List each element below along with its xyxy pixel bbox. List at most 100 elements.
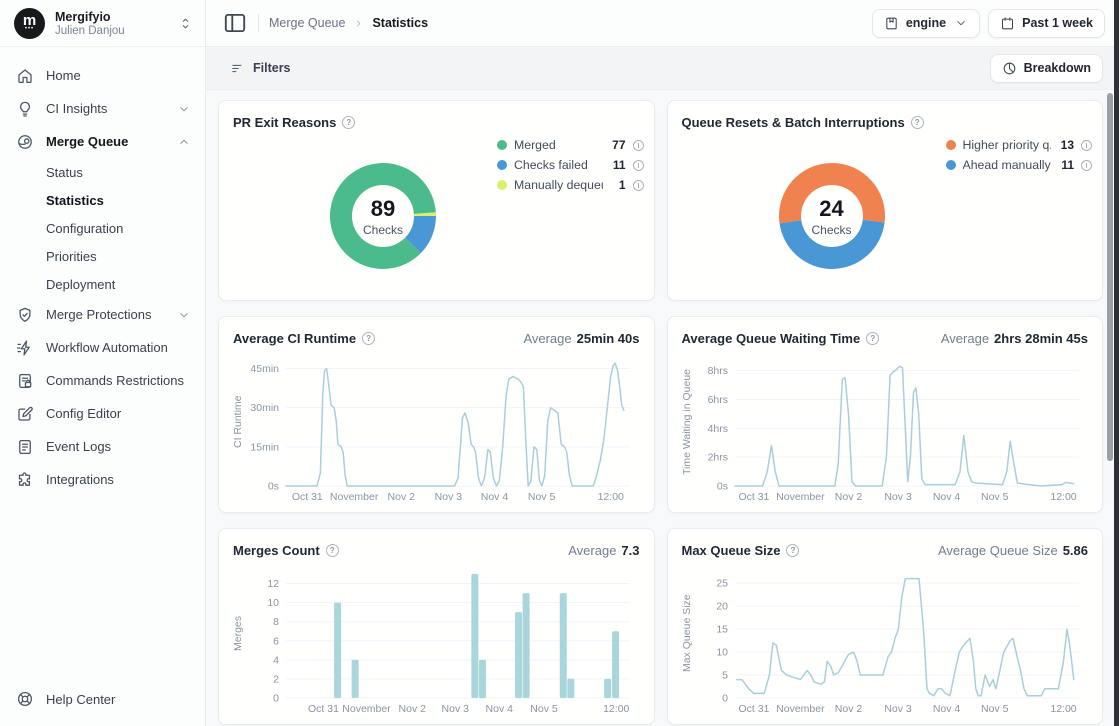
- line-chart-svg: 0s15min30min45minOct 31NovemberNov 2Nov …: [246, 356, 638, 503]
- legend-dot: [497, 140, 507, 150]
- y-axis-label: Time Waiting in Queue: [682, 356, 695, 503]
- sidebar-item-merge-protections[interactable]: Merge Protections: [0, 298, 205, 331]
- sidebar-item-commands-restrictions[interactable]: Commands Restrictions: [0, 364, 205, 397]
- chevron-right-icon: [353, 18, 364, 29]
- help-icon[interactable]: ?: [342, 116, 355, 129]
- svg-text:November: November: [776, 491, 825, 503]
- bar: [479, 660, 486, 698]
- breadcrumb-page: Statistics: [372, 16, 428, 30]
- engine-select[interactable]: engine: [872, 9, 980, 38]
- sidebar-item-label: Integrations: [46, 472, 191, 487]
- sidebar-item-ci-insights[interactable]: CI Insights: [0, 92, 205, 125]
- svg-text:45min: 45min: [250, 363, 279, 375]
- card-header: Max Queue Size?Average Queue Size5.86: [682, 540, 1089, 560]
- svg-text:6: 6: [273, 635, 279, 647]
- donut-segment-higher-priority-q[interactable]: [778, 163, 884, 223]
- bar: [604, 679, 611, 698]
- filters-button[interactable]: Filters: [222, 56, 299, 81]
- chart-legend: Higher priority q...13Ahead manually ...…: [946, 135, 1093, 175]
- card-title: Average Queue Waiting Time: [682, 331, 861, 346]
- help-icon[interactable]: ?: [911, 116, 924, 129]
- svg-text:Nov 5: Nov 5: [528, 491, 556, 503]
- sidebar-item-deployment[interactable]: Deployment: [0, 270, 205, 298]
- svg-text:Nov 3: Nov 3: [442, 703, 470, 715]
- sidebar-item-integrations[interactable]: Integrations: [0, 463, 205, 496]
- card-header: Average CI Runtime?Average25min 40s: [233, 328, 640, 348]
- card-title: Average CI Runtime: [233, 331, 356, 346]
- breakdown-button[interactable]: Breakdown: [990, 54, 1103, 83]
- org-switcher[interactable]: m ••• Mergifyio Julien Danjou: [0, 0, 205, 47]
- svg-text:20: 20: [716, 601, 728, 613]
- sidebar-item-label: Merge Protections: [46, 307, 165, 322]
- sidebar-item-statistics[interactable]: Statistics: [0, 186, 205, 214]
- svg-text:2: 2: [273, 673, 279, 685]
- bar: [515, 612, 522, 698]
- info-icon[interactable]: [633, 140, 644, 151]
- bar: [612, 631, 619, 698]
- legend-value: 11: [610, 158, 626, 172]
- org-avatar: m •••: [14, 8, 45, 39]
- card-average: Average2hrs 28min 45s: [941, 331, 1088, 346]
- svg-text:Oct 31: Oct 31: [738, 491, 769, 503]
- bar: [352, 660, 359, 698]
- sidebar-item-merge-queue[interactable]: Merge Queue: [0, 125, 205, 158]
- info-icon[interactable]: [1081, 140, 1092, 151]
- svg-text:Nov 3: Nov 3: [884, 491, 912, 503]
- scrollbar-thumb[interactable]: [1107, 93, 1113, 461]
- legend-label: Merged: [514, 138, 603, 152]
- sidebar-item-home[interactable]: Home: [0, 59, 205, 92]
- zap-icon: [16, 339, 34, 357]
- org-name: Mergifyio: [55, 10, 168, 24]
- sidebar-item-workflow-automation[interactable]: Workflow Automation: [0, 331, 205, 364]
- help-center-link[interactable]: Help Center: [16, 690, 189, 708]
- card-average: Average Queue Size5.86: [938, 543, 1088, 558]
- help-icon[interactable]: ?: [866, 332, 879, 345]
- panel-left-icon[interactable]: [222, 10, 248, 36]
- sidebar-item-label: Merge Queue: [46, 134, 165, 149]
- date-range-button[interactable]: Past 1 week: [988, 9, 1105, 38]
- svg-text:November: November: [776, 703, 825, 715]
- sidebar-item-label: Commands Restrictions: [46, 373, 191, 388]
- chevron-down-icon: [954, 16, 968, 30]
- average-prefix: Average: [941, 331, 989, 346]
- breadcrumb-section[interactable]: Merge Queue: [269, 16, 345, 30]
- filters-label: Filters: [253, 61, 291, 75]
- sidebar-item-configuration[interactable]: Configuration: [0, 214, 205, 242]
- help-icon[interactable]: ?: [326, 544, 339, 557]
- help-icon[interactable]: ?: [362, 332, 375, 345]
- sidebar-item-priorities[interactable]: Priorities: [0, 242, 205, 270]
- svg-text:0: 0: [273, 693, 279, 705]
- chevron-down-icon: [177, 102, 191, 116]
- sidebar-subnav: StatusStatisticsConfigurationPrioritiesD…: [0, 158, 205, 298]
- card-title: Queue Resets & Batch Interruptions: [682, 115, 905, 130]
- legend-item-checks-failed: Checks failed11: [497, 155, 644, 175]
- sidebar-item-config-editor[interactable]: Config Editor: [0, 397, 205, 430]
- main-area: Merge Queue Statistics engine Past 1 wee…: [206, 0, 1119, 726]
- line-series: [735, 366, 1074, 486]
- engine-select-value: engine: [906, 16, 946, 30]
- donut-segment-ahead-manually[interactable]: [779, 220, 884, 269]
- info-icon[interactable]: [633, 180, 644, 191]
- sidebar-item-event-logs[interactable]: Event Logs: [0, 430, 205, 463]
- svg-text:12:00: 12:00: [603, 703, 629, 715]
- svg-text:6hrs: 6hrs: [707, 394, 727, 406]
- legend-value: 11: [1058, 158, 1074, 172]
- help-icon[interactable]: ?: [786, 544, 799, 557]
- line-series: [736, 579, 1073, 696]
- sidebar-item-status[interactable]: Status: [0, 158, 205, 186]
- svg-text:12:00: 12:00: [1050, 491, 1076, 503]
- svg-text:Nov 2: Nov 2: [834, 491, 862, 503]
- legend-dot: [946, 140, 956, 150]
- info-icon[interactable]: [633, 160, 644, 171]
- svg-text:12: 12: [267, 578, 279, 590]
- chart-plot: 0s15min30min45minOct 31NovemberNov 2Nov …: [246, 356, 640, 503]
- logo-dots: •••: [25, 26, 34, 32]
- svg-text:Nov 4: Nov 4: [932, 703, 960, 715]
- unfold-icon[interactable]: [178, 16, 193, 31]
- svg-text:Nov 5: Nov 5: [981, 703, 1009, 715]
- info-icon[interactable]: [1081, 160, 1092, 171]
- svg-text:Oct 31: Oct 31: [292, 491, 323, 503]
- bar: [560, 593, 567, 698]
- svg-text:5: 5: [722, 670, 728, 682]
- help-center-label: Help Center: [46, 692, 115, 707]
